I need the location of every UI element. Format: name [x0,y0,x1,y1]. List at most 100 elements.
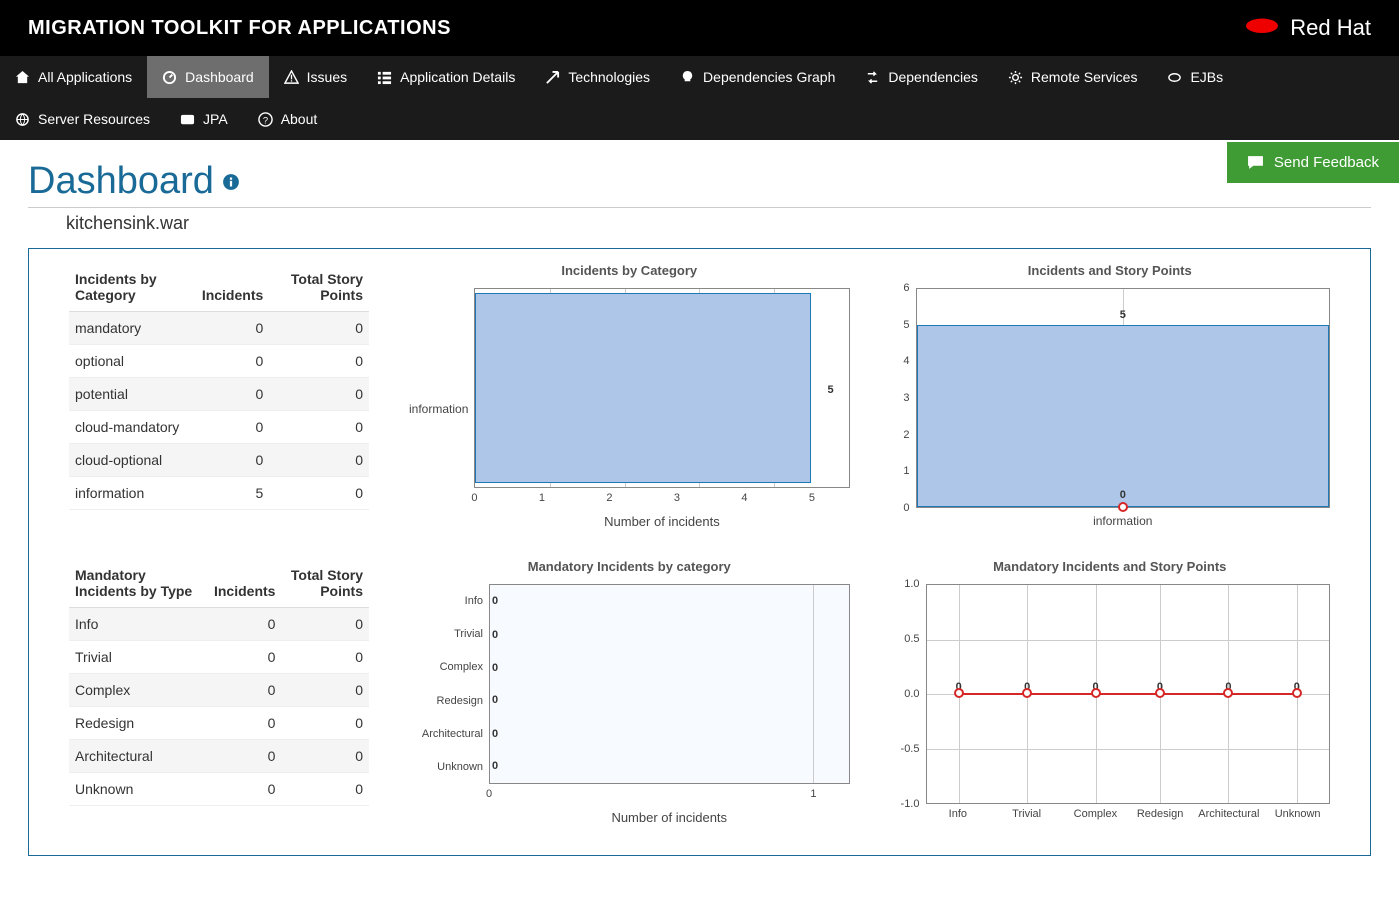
tick: Unknown [437,761,483,773]
tick: 0.0 [904,688,919,700]
data-point [1223,685,1233,703]
cell-points: 0 [269,444,369,477]
brand-text: Red Hat [1290,15,1371,41]
cell-incidents: 0 [208,608,281,641]
tick: 3 [674,492,680,504]
nav-remote-services[interactable]: Remote Services [993,56,1153,98]
tick: -0.5 [901,743,920,755]
row-mandatory: Mandatory Incidents by Type Incidents To… [69,559,1330,825]
tick: 2 [606,492,612,504]
tick: 1 [810,788,816,800]
cell-incidents: 0 [196,411,269,444]
cell-points: 0 [269,312,369,345]
cell-label: cloud-mandatory [69,411,196,444]
nav-jpa[interactable]: JPA [165,98,243,140]
tick: Unknown [1275,808,1321,820]
bar-value-label: 5 [1120,309,1126,321]
cell-label: information [69,477,196,510]
tick: Complex [1074,808,1117,820]
nav-issues[interactable]: Issues [269,56,362,98]
cell-incidents: 0 [196,378,269,411]
chart-title: Mandatory Incidents and Story Points [890,559,1331,574]
tick: 4 [741,492,747,504]
nav-label: JPA [203,111,228,127]
nav-dependencies[interactable]: Dependencies [850,56,993,98]
tick: Trivial [454,628,483,640]
nav-server-resources[interactable]: Server Resources [0,98,165,140]
page-subtitle: kitchensink.war [28,208,1371,248]
page-content: Dashboard kitchensink.war Incidents by C… [0,140,1399,886]
page-title-text: Dashboard [28,160,214,203]
data-point [954,685,964,703]
list-icon [377,70,392,85]
nav-all-applications[interactable]: All Applications [0,56,147,98]
table-row: Redesign00 [69,707,369,740]
send-feedback-button[interactable]: Send Feedback [1227,142,1399,183]
tick: 2 [903,429,909,441]
table-row: potential00 [69,378,369,411]
cell-incidents: 5 [196,477,269,510]
cell-points: 0 [281,641,369,674]
comment-icon [1247,154,1264,171]
chart-title: Incidents and Story Points [890,263,1331,278]
lightbulb-icon [680,70,695,85]
x-axis-label: Number of incidents [474,514,849,529]
app-title: MIGRATION TOOLKIT FOR APPLICATIONS [28,17,451,40]
th-type: Mandatory Incidents by Type [69,559,208,608]
nav-ejbs[interactable]: EJBs [1152,56,1238,98]
nav-dashboard[interactable]: Dashboard [147,56,269,98]
nav-about[interactable]: ? About [243,98,333,140]
tick: Redesign [1137,808,1183,820]
cell-incidents: 0 [196,345,269,378]
table-row: Complex00 [69,674,369,707]
nav-label: Technologies [568,69,650,85]
globe-icon [15,112,30,127]
nav-label: Issues [307,69,347,85]
info-icon[interactable] [222,173,240,191]
bean-icon [1167,70,1182,85]
nav-label: Application Details [400,69,515,85]
cell-incidents: 0 [208,641,281,674]
th-points: Total Story Points [281,559,369,608]
nav-label: Dependencies [888,69,978,85]
tick: Architectural [422,728,483,740]
redhat-icon [1244,14,1280,42]
data-point [1022,685,1032,703]
data-point [1155,685,1165,703]
data-point [1292,685,1302,703]
cell-label: Architectural [69,740,208,773]
table-row: cloud-mandatory00 [69,411,369,444]
cell-label: Trivial [69,641,208,674]
table-row: mandatory00 [69,312,369,345]
main-nav: All Applications Dashboard Issues Applic… [0,56,1399,140]
app-header: MIGRATION TOOLKIT FOR APPLICATIONS Red H… [0,0,1399,56]
cell-incidents: 0 [208,707,281,740]
y-axis-label: information [409,402,468,416]
bar-value-label: 0 [492,662,498,674]
nav-deps-graph[interactable]: Dependencies Graph [665,56,850,98]
bar-value-label: 0 [492,728,498,740]
tick: 0 [471,492,477,504]
cell-incidents: 0 [208,773,281,806]
tick: 1.0 [904,578,919,590]
data-point [1091,685,1101,703]
nav-app-details[interactable]: Application Details [362,56,530,98]
tick: 1 [539,492,545,504]
cell-points: 0 [281,740,369,773]
page-title: Dashboard [28,160,1371,208]
chart-title: Mandatory Incidents by category [409,559,850,574]
table-row: Architectural00 [69,740,369,773]
cell-incidents: 0 [196,444,269,477]
cell-points: 0 [281,674,369,707]
bar-value-label: 5 [827,384,833,396]
cell-points: 0 [281,608,369,641]
question-icon: ? [258,112,273,127]
cell-incidents: 0 [196,312,269,345]
cell-label: potential [69,378,196,411]
nav-technologies[interactable]: Technologies [530,56,665,98]
tick: Info [949,808,967,820]
tick: 3 [903,392,909,404]
chart-mandatory-story-points: Mandatory Incidents and Story Points 1.0… [890,559,1331,825]
dashboard-icon [162,70,177,85]
arrow-icon [545,70,560,85]
